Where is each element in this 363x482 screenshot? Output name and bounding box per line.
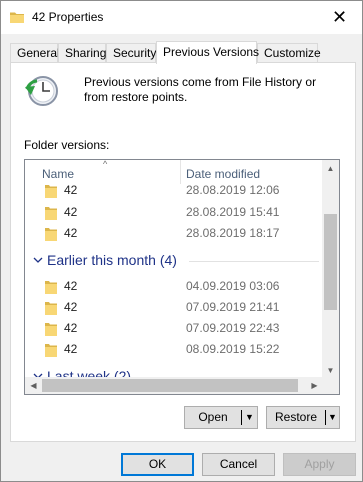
group-earlier-this-month[interactable]: Earlier this month (4) <box>25 249 323 273</box>
title-bar[interactable]: 42 Properties ✕ <box>1 1 362 34</box>
open-button-label: Open <box>198 410 228 424</box>
version-row[interactable]: 42 28.08.2019 18:17 <box>25 223 323 244</box>
folder-icon <box>45 281 57 294</box>
ok-button[interactable]: OK <box>121 453 194 476</box>
restore-button-label: Restore <box>274 410 318 424</box>
restore-clock-icon <box>25 76 58 106</box>
folder-icon <box>45 228 57 241</box>
chevron-down-icon <box>33 257 43 263</box>
tab-strip: General Sharing Security Previous Versio… <box>10 41 355 64</box>
version-row[interactable]: 42 07.09.2019 22:43 <box>25 318 323 339</box>
version-row[interactable]: 42 07.09.2019 21:41 <box>25 297 323 318</box>
sort-arrow-icon: ^ <box>103 159 108 169</box>
version-date: 07.09.2019 21:41 <box>186 300 280 314</box>
tab-customize[interactable]: Customize <box>257 43 321 63</box>
version-name: 42 <box>64 226 78 240</box>
version-date: 28.08.2019 12:06 <box>186 183 280 197</box>
scroll-left-icon[interactable]: ◀ <box>25 377 42 394</box>
open-dropdown-icon[interactable]: ▼ <box>242 407 257 428</box>
version-row[interactable]: 42 28.08.2019 15:41 <box>25 202 323 223</box>
version-name: 42 <box>64 279 78 293</box>
group-divider <box>189 261 319 262</box>
version-row[interactable]: 42 28.08.2019 12:06 <box>25 180 323 201</box>
open-button[interactable]: Open ▼ <box>184 406 258 429</box>
properties-dialog: 42 Properties ✕ General Sharing Security… <box>0 0 363 482</box>
folder-icon <box>45 207 57 220</box>
horizontal-scrollbar[interactable]: ◀ ▶ <box>25 377 323 394</box>
version-row[interactable]: 42 04.09.2019 03:06 <box>25 276 323 297</box>
scroll-up-icon[interactable]: ▲ <box>322 160 339 177</box>
horizontal-scroll-thumb[interactable] <box>42 379 298 392</box>
column-name[interactable]: Name <box>42 167 74 181</box>
folder-icon <box>45 185 57 198</box>
version-date: 08.09.2019 15:22 <box>186 342 280 356</box>
group-label: Earlier this month (4) <box>47 252 177 268</box>
scrollbar-corner <box>322 377 339 394</box>
version-name: 42 <box>64 342 78 356</box>
folder-icon <box>45 344 57 357</box>
version-row[interactable]: 42 08.09.2019 15:22 <box>25 339 323 360</box>
folder-versions-list[interactable]: ^ Name Date modified 42 28.08.2019 12:06… <box>24 159 340 395</box>
version-name: 42 <box>64 183 78 197</box>
folder-icon <box>45 323 57 336</box>
version-date: 28.08.2019 15:41 <box>186 205 280 219</box>
version-name: 42 <box>64 300 78 314</box>
restore-dropdown-icon[interactable]: ▼ <box>326 407 339 428</box>
version-date: 28.08.2019 18:17 <box>186 226 280 240</box>
folder-icon <box>45 302 57 315</box>
tab-previous-versions[interactable]: Previous Versions <box>156 41 259 64</box>
intro-text: Previous versions come from File History… <box>84 75 317 104</box>
tab-general[interactable]: General <box>10 43 60 63</box>
folder-versions-label: Folder versions: <box>24 138 110 152</box>
tab-security[interactable]: Security <box>106 43 156 63</box>
restore-button[interactable]: Restore ▼ <box>266 406 340 429</box>
version-name: 42 <box>64 205 78 219</box>
vertical-scroll-thumb[interactable] <box>324 214 337 310</box>
cancel-button[interactable]: Cancel <box>202 453 275 476</box>
version-date: 07.09.2019 22:43 <box>186 321 280 335</box>
column-date-modified[interactable]: Date modified <box>186 167 260 181</box>
vertical-scrollbar[interactable]: ▲ ▼ <box>322 160 339 379</box>
folder-icon <box>10 12 24 23</box>
tab-sharing[interactable]: Sharing <box>58 43 106 63</box>
apply-button[interactable]: Apply <box>283 453 356 476</box>
version-date: 04.09.2019 03:06 <box>186 279 280 293</box>
close-button[interactable]: ✕ <box>317 1 362 34</box>
scroll-right-icon[interactable]: ▶ <box>306 377 323 394</box>
version-name: 42 <box>64 321 78 335</box>
window-title: 42 Properties <box>32 10 104 24</box>
